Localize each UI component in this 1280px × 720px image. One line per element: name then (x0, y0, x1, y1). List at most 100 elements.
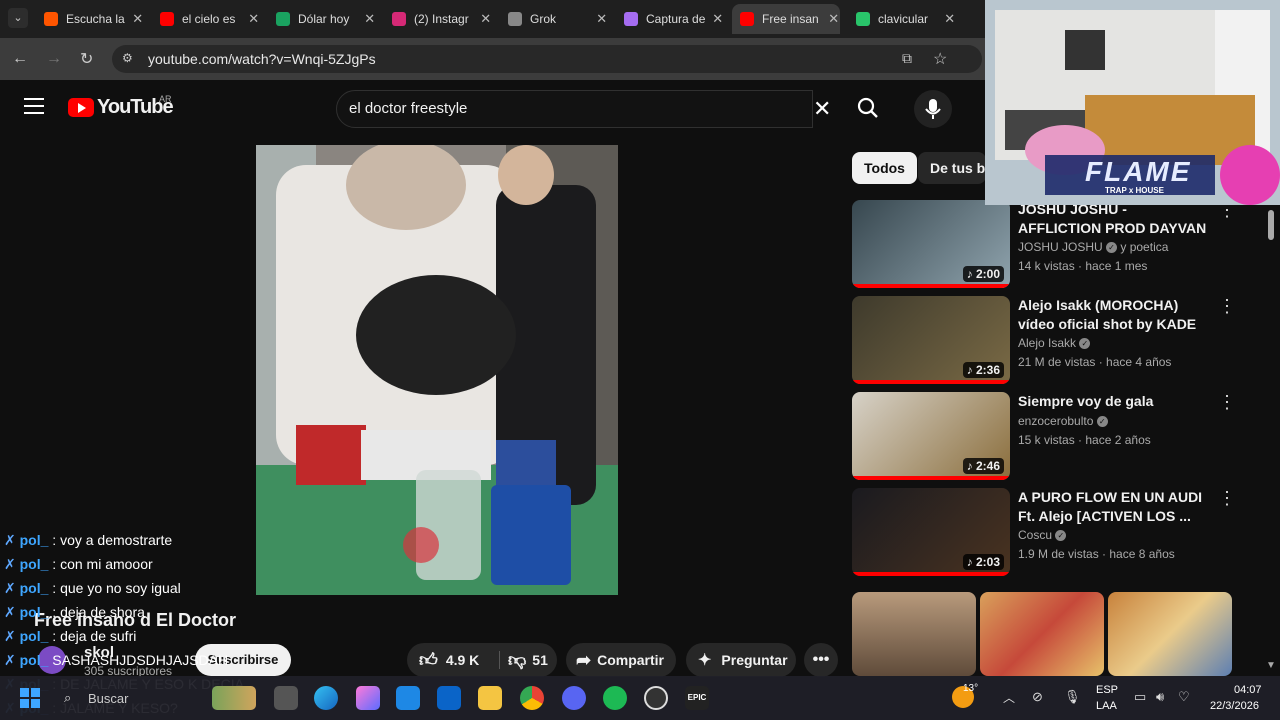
search-button[interactable] (856, 96, 880, 125)
close-tab-icon[interactable]: ✕ (363, 11, 376, 27)
chip-from-channel[interactable]: De tus b (918, 152, 986, 184)
install-app-icon[interactable]: ⧉ (902, 50, 912, 67)
taskbar-search-icon[interactable]: ⌕ (64, 690, 71, 706)
channel-line[interactable]: JOSHU JOSHU ✓ y poetica (1018, 240, 1168, 254)
close-tab-icon[interactable]: ✕ (479, 11, 492, 27)
microphone-tray-icon[interactable]: 🎙︎ (1064, 689, 1081, 705)
task-view-icon[interactable] (274, 686, 298, 710)
address-bar[interactable]: ⚙ youtube.com/watch?v=Wnqi-5ZJgPs (112, 45, 982, 73)
more-actions-button[interactable]: ••• (804, 643, 838, 677)
tab-search-button[interactable]: ⌄ (8, 8, 28, 28)
scroll-down-arrow-icon[interactable]: ▼ (1266, 660, 1276, 671)
verified-icon: ✓ (1096, 416, 1108, 428)
shorts-thumbnail[interactable] (980, 592, 1104, 676)
video-thumbnail[interactable]: ♪ 2:46 (852, 392, 1010, 480)
chat-username: pol_ (19, 580, 49, 596)
search-input[interactable]: el doctor freestyle (349, 100, 467, 117)
video-title[interactable]: Alejo Isakk (MOROCHA) vídeo oficial shot… (1018, 296, 1208, 334)
search-highlight-icon[interactable] (212, 686, 256, 710)
share-button[interactable]: ➦ Compartir (566, 643, 676, 677)
video-title[interactable]: A PURO FLOW EN UN AUDI Ft. Alejo [ACTIVE… (1018, 488, 1208, 526)
menu-icon[interactable] (24, 98, 44, 114)
more-vertical-icon[interactable]: ⋮ (1218, 392, 1236, 413)
tray-chevron-icon[interactable]: ︿ (1003, 689, 1015, 706)
reload-icon[interactable]: ↻ (80, 49, 93, 69)
language-bottom[interactable]: LAA (1096, 700, 1117, 712)
verified-icon: ✓ (1055, 530, 1067, 542)
close-tab-icon[interactable]: ✕ (131, 11, 144, 27)
close-tab-icon[interactable]: ✕ (827, 11, 840, 27)
browser-tab[interactable]: clavicular ✕ (848, 4, 956, 34)
browser-tab[interactable]: el cielo es ✕ (152, 4, 260, 34)
windows-start-icon[interactable] (20, 688, 40, 708)
chip-all[interactable]: Todos (852, 152, 917, 184)
tab-favicon-icon (44, 12, 58, 26)
site-info-icon[interactable]: ⚙ (122, 51, 133, 65)
file-explorer-icon[interactable] (478, 686, 502, 710)
copilot-icon[interactable] (356, 686, 380, 710)
video-meta: 14 k vistas · hace 1 mes (1018, 259, 1148, 273)
browser-tab[interactable]: Dólar hoy ✕ (268, 4, 376, 34)
channel-line[interactable]: enzocerobulto ✓ (1018, 414, 1108, 428)
video-thumbnail[interactable]: ♪ 2:03 (852, 488, 1010, 576)
browser-tab[interactable]: Captura de ✕ (616, 4, 724, 34)
browser-tab[interactable]: (2) Instagr ✕ (384, 4, 492, 34)
video-meta: 1.9 M de vistas · hace 8 años (1018, 547, 1175, 561)
recommended-video[interactable]: ♪ 2:46 Siempre voy de gala enzocerobulto ✓… (852, 392, 1272, 482)
store-icon[interactable] (396, 686, 420, 710)
notification-icon[interactable]: ♡ (1178, 689, 1190, 705)
ask-button[interactable]: ✦ Preguntar (686, 643, 796, 677)
chrome-icon[interactable] (520, 686, 544, 710)
close-tab-icon[interactable]: ✕ (247, 11, 260, 27)
language-top[interactable]: ESP (1096, 684, 1118, 696)
browser-tab[interactable]: Free insan ✕ (732, 4, 840, 34)
outlook-icon[interactable] (437, 686, 461, 710)
recommended-video[interactable]: ♪ 2:03 A PURO FLOW EN UN AUDI Ft. Alejo [… (852, 488, 1272, 578)
shorts-thumbnail[interactable] (1108, 592, 1232, 676)
browser-tab[interactable]: Grok ✕ (500, 4, 608, 34)
taskbar-search-box[interactable]: Buscar (88, 691, 128, 706)
edge-icon[interactable] (314, 686, 338, 710)
more-vertical-icon[interactable]: ⋮ (1218, 488, 1236, 509)
browser-tab[interactable]: Escucha la ✕ (36, 4, 144, 34)
like-button[interactable]: 👍︎ 4.9 K (407, 643, 499, 677)
more-vertical-icon[interactable]: ⋮ (1218, 296, 1236, 317)
back-icon[interactable]: ← (12, 50, 28, 68)
recommended-video[interactable]: ♪ 2:36 Alejo Isakk (MOROCHA) vídeo oficia… (852, 296, 1272, 386)
spotify-icon[interactable] (603, 686, 627, 710)
like-dislike-group: 👍︎ 4.9 K 👎︎ 51 (407, 643, 557, 677)
channel-line[interactable]: Alejo Isakk ✓ (1018, 336, 1091, 350)
volume-icon[interactable]: 🔊︎ (1156, 689, 1164, 705)
video-title[interactable]: JOSHU JOSHU - AFFLICTION PROD DAYVAN (1018, 200, 1208, 238)
close-tab-icon[interactable]: ✕ (711, 11, 724, 27)
voice-search-button[interactable] (914, 90, 952, 128)
close-tab-icon[interactable]: ✕ (595, 11, 608, 27)
video-title[interactable]: Siempre voy de gala (1018, 392, 1208, 411)
chat-message: ✗ pol_ : voy a demostrarte (4, 532, 172, 549)
search-box[interactable]: el doctor freestyle ✕ (336, 90, 831, 128)
tab-favicon-icon (740, 12, 754, 26)
close-tab-icon[interactable]: ✕ (943, 11, 956, 27)
epic-games-icon[interactable]: EPIC (685, 686, 709, 710)
network-icon[interactable]: ▭ (1134, 689, 1146, 705)
forward-icon[interactable]: → (46, 50, 62, 68)
clear-search-icon[interactable]: ✕ (813, 96, 831, 122)
obs-icon[interactable] (644, 686, 668, 710)
like-count: 4.9 K (445, 652, 480, 668)
clock-time[interactable]: 04:07 (1234, 684, 1262, 696)
bookmark-star-icon[interactable]: ☆ (933, 49, 947, 69)
shorts-thumbnail[interactable] (852, 592, 976, 676)
youtube-logo-icon[interactable] (68, 98, 94, 117)
moderator-sword-icon: ✗ (4, 604, 16, 620)
channel-line[interactable]: Coscu ✓ (1018, 528, 1067, 542)
video-thumbnail[interactable]: ♪ 2:36 (852, 296, 1010, 384)
video-player[interactable] (256, 145, 618, 595)
scrollbar-thumb[interactable] (1268, 210, 1274, 240)
tray-app-icon[interactable]: ⊘ (1032, 689, 1043, 705)
discord-icon[interactable] (562, 686, 586, 710)
clock-date[interactable]: 22/3/2026 (1210, 700, 1259, 712)
duration-text: 2:36 (975, 363, 1000, 377)
recommended-video[interactable]: ♪ 2:00 JOSHU JOSHU - AFFLICTION PROD DAYV… (852, 200, 1272, 290)
video-thumbnail[interactable]: ♪ 2:00 (852, 200, 1010, 288)
dislike-button[interactable]: 👎︎ 51 (500, 643, 557, 677)
